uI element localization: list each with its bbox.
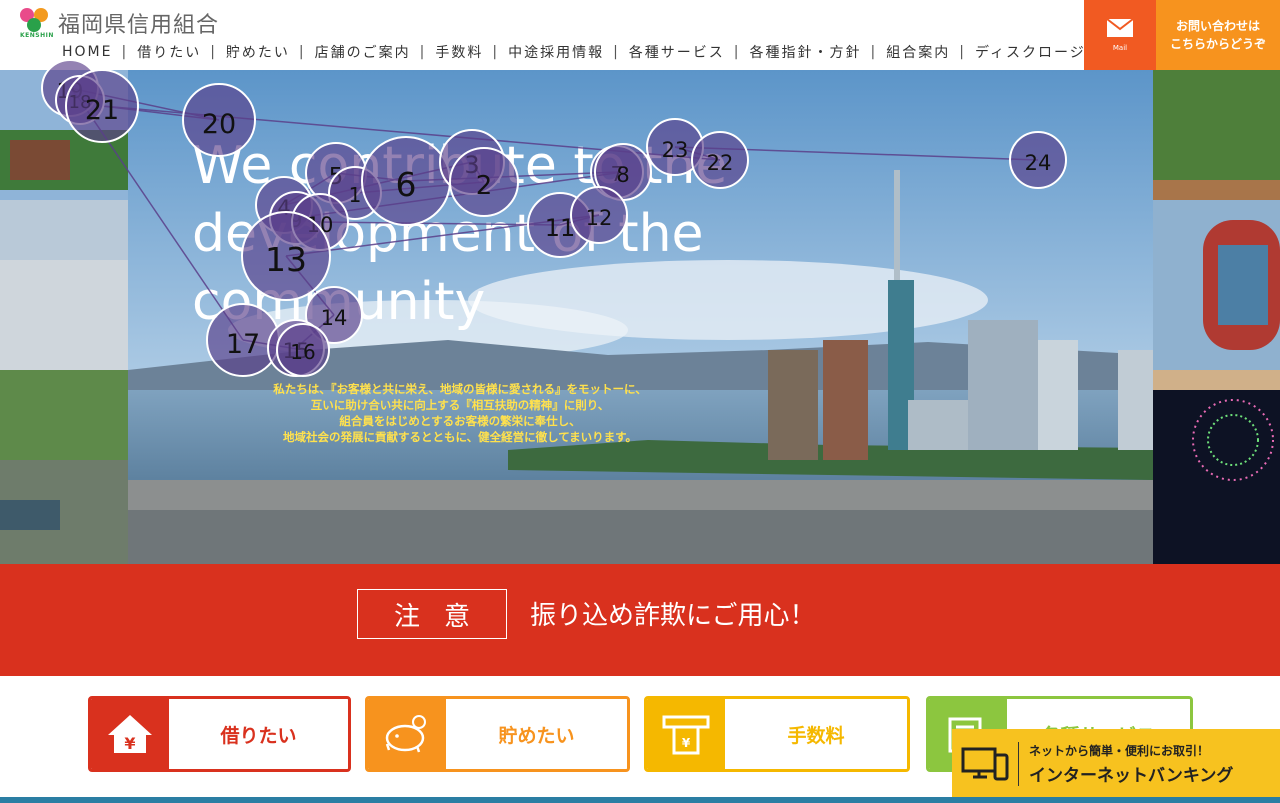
contact-line2: こちらからどうぞ [1169,37,1266,51]
nav-home[interactable]: HOME [62,44,112,60]
svg-text:¥: ¥ [682,736,691,750]
service-card-borrow[interactable]: ¥ 借りたい [88,696,351,772]
logo-text: 福岡県信用組合 [58,13,220,38]
nav-services[interactable]: 各種サービス [629,42,725,62]
nav-careers[interactable]: 中途採用情報 [508,42,604,62]
nav-fees[interactable]: 手数料 [435,42,483,62]
devices-icon [952,745,1018,783]
internet-banking-banner[interactable]: ネットから簡単・便利にお取引！ インターネットバンキング [952,729,1280,799]
hero-left-photo [0,70,128,564]
svg-text:¥: ¥ [124,734,135,753]
logo-subtext: KENSHIN [20,32,54,39]
mail-label: Mail [1112,44,1128,52]
nav-policies[interactable]: 各種指針・方針 [750,42,862,62]
atm-icon: ¥ [647,699,725,769]
service-label: 借りたい [169,699,348,769]
alert-text: 振り込め詐欺にご用心！ [530,601,816,631]
contact-button[interactable]: お問い合わせは こちらからどうぞ [1156,0,1280,70]
mail-icon [1106,18,1134,37]
motto-line2: 互いに助け合い共に向上する『相互扶助の精神』に則り、 [310,398,610,412]
netbank-tagline: ネットから簡単・便利にお取引！ [1029,744,1210,758]
hero-title-line2: development of the [192,204,704,264]
global-nav: HOME | 借りたい | 貯めたい | 店舗のご案内 | 手数料 | 中途採用情報 | 各… [62,42,1117,62]
service-label: 貯めたい [446,699,627,769]
netbank-title: インターネットバンキング [1029,766,1234,786]
hero-right-photo [1153,70,1280,564]
service-card-save[interactable]: 貯めたい [365,696,630,772]
mail-button[interactable]: Mail [1084,0,1156,70]
alert-label-box: 注意 [357,589,507,639]
divider [1018,742,1019,786]
motto-line1: 私たちは、『お客様と共に栄え、地域の皆様に愛される』をモットーに、 [273,382,647,396]
netbank-text: ネットから簡単・便利にお取引！ インターネットバンキング [1029,742,1233,786]
nav-about[interactable]: 組合案内 [886,42,950,62]
motto-line3: 組合員をはじめとするお客様の繁栄に奉仕し、 [339,414,581,428]
service-card-fees[interactable]: ¥ 手数料 [644,696,910,772]
site-logo[interactable]: KENSHIN 福岡県信用組合 [20,6,219,40]
hero-motto: 私たちは、『お客様と共に栄え、地域の皆様に愛される』をモットーに、 互いに助け合… [200,381,720,445]
logo-mark-icon: KENSHIN [20,6,54,40]
nav-branches[interactable]: 店舗のご案内 [315,42,411,62]
nav-borrow[interactable]: 借りたい [137,42,201,62]
hero-title-line3: community [192,272,486,332]
hero-slideshow: We contribute to the development of the … [0,70,1280,564]
house-yen-icon: ¥ [91,699,169,769]
service-label: 手数料 [725,699,907,769]
piggy-bank-icon [368,699,446,769]
hero-title: We contribute to the development of the … [192,132,727,336]
nav-save[interactable]: 貯めたい [226,42,290,62]
hero-title-line1: We contribute to the [192,136,728,196]
motto-line4: 地域社会の発展に貢献するとともに、健全経営に徹してまいります。 [282,430,638,444]
site-header: KENSHIN 福岡県信用組合 HOME | 借りたい | 貯めたい | 店舗のご案内… [0,0,1280,70]
footer-strip [0,797,1280,803]
contact-line1: お問い合わせは [1175,19,1260,33]
